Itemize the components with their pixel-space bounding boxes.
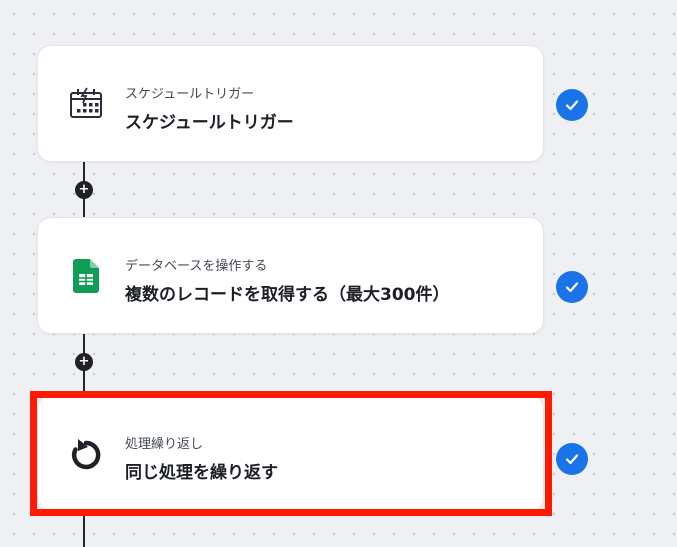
step-title: スケジュールトリガー xyxy=(125,113,294,133)
step-category: データベースを操作する xyxy=(125,259,268,274)
add-step-button[interactable]: + xyxy=(75,353,93,371)
completed-check-icon xyxy=(556,443,588,475)
step-card-loop[interactable]: 処理繰り返し 同じ処理を繰り返す xyxy=(37,395,544,512)
completed-check-icon xyxy=(556,271,588,303)
add-step-button[interactable]: + xyxy=(75,181,93,199)
step-title: 同じ処理を繰り返す xyxy=(125,463,278,483)
step-card-get-records[interactable]: データベースを操作する 複数のレコードを取得する（最大300件） xyxy=(37,217,544,334)
flow-connector xyxy=(83,513,85,547)
google-sheets-icon xyxy=(68,258,104,294)
step-title: 複数のレコードを取得する（最大300件） xyxy=(125,285,450,305)
loop-icon xyxy=(68,436,104,472)
step-card-schedule-trigger[interactable]: スケジュールトリガー スケジュールトリガー xyxy=(37,45,544,162)
step-category: 処理繰り返し xyxy=(125,437,204,452)
completed-check-icon xyxy=(556,89,588,121)
calendar-bolt-icon xyxy=(68,86,104,122)
step-category: スケジュールトリガー xyxy=(125,87,255,102)
